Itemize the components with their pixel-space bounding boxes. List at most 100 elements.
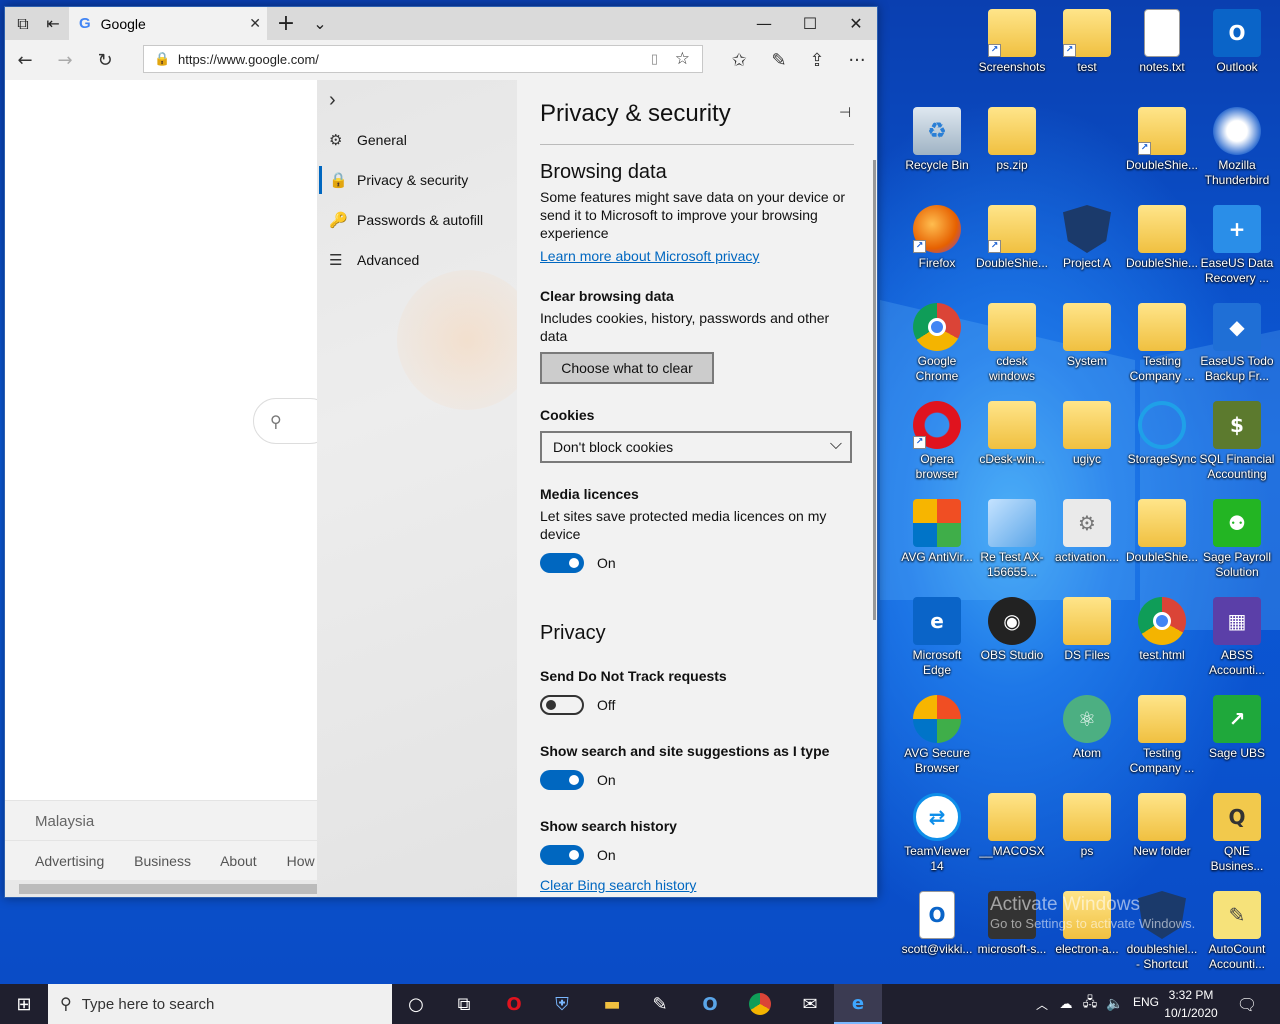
favorites-hub-icon[interactable]: ✩ <box>721 40 757 80</box>
taskbar-shield-icon[interactable]: ⛨ <box>538 984 586 1024</box>
desktop-icon-doubleshield-2[interactable]: ↗ DoubleShie... <box>974 202 1050 298</box>
desktop-icon-storagesync[interactable]: StorageSync <box>1124 398 1200 494</box>
desktop-icon-ps[interactable]: ps <box>1049 790 1125 886</box>
notifications-icon[interactable]: 🗨 <box>1224 984 1270 1024</box>
desktop-icon-ds-files[interactable]: DS Files <box>1049 594 1125 690</box>
new-tab-button[interactable]: + <box>271 7 301 40</box>
do-not-track-toggle[interactable] <box>540 695 584 715</box>
tray-cloud-icon[interactable]: ☁ <box>1054 984 1078 1024</box>
task-view-button[interactable]: ⧉ <box>440 984 488 1024</box>
desktop-icon-atom[interactable]: ⚛ Atom <box>1049 692 1125 788</box>
share-icon[interactable]: ⇪ <box>799 40 835 80</box>
taskbar-edge-icon[interactable]: e <box>834 984 882 1024</box>
settings-nav-privacy[interactable]: 🔒 Privacy & security <box>317 160 517 200</box>
settings-nav-advanced[interactable]: ☰ Advanced <box>317 240 517 280</box>
collapse-settings-button[interactable]: › <box>317 80 517 120</box>
choose-what-to-clear-button[interactable]: Choose what to clear <box>540 352 714 384</box>
pin-icon[interactable]: ⊣ <box>839 104 851 121</box>
desktop-icon-testing-company-2[interactable]: Testing Company ... <box>1124 692 1200 788</box>
desktop-icon-autocount[interactable]: ✎ AutoCount Accounti... <box>1199 888 1275 984</box>
footer-link-business[interactable]: Business <box>134 853 191 869</box>
settings-nav-general[interactable]: ⚙ General <box>317 120 517 160</box>
start-button[interactable]: ⊞ <box>0 984 48 1024</box>
desktop-icon-system[interactable]: System <box>1049 300 1125 396</box>
forward-button[interactable]: → <box>47 40 83 80</box>
taskbar-file-explorer-icon[interactable]: ▬ <box>588 984 636 1024</box>
settings-nav-passwords[interactable]: 🔑 Passwords & autofill <box>317 200 517 240</box>
volume-icon[interactable]: 🔈 <box>1102 984 1128 1024</box>
maximize-button[interactable]: ☐ <box>787 7 833 40</box>
desktop-icon-recycle-bin[interactable]: ♻ Recycle Bin <box>899 104 975 200</box>
panel-scrollbar[interactable] <box>873 160 876 620</box>
taskbar-clock[interactable]: 3:32 PM 10/1/2020 <box>1160 986 1222 1022</box>
taskbar-thunderbird-icon[interactable]: ✉ <box>786 984 834 1024</box>
desktop-icon-screenshots[interactable]: ↗ Screenshots <box>974 6 1050 102</box>
desktop-icon-macosx[interactable]: __MACOSX <box>974 790 1050 886</box>
desktop-icon-edge[interactable]: e Microsoft Edge <box>899 594 975 690</box>
taskbar-chrome-icon[interactable] <box>736 984 784 1024</box>
taskbar-paint-icon[interactable]: ✎ <box>636 984 684 1024</box>
desktop-icon-cdesk-windows[interactable]: cdesk windows <box>974 300 1050 396</box>
language-indicator[interactable]: ENG <box>1133 995 1159 1009</box>
desktop-icon-sage-payroll[interactable]: ⚉ Sage Payroll Solution <box>1199 496 1275 592</box>
desktop-icon-avg-antivirus[interactable]: AVG AntiVir... <box>899 496 975 592</box>
desktop-icon-obs[interactable]: ◉ OBS Studio <box>974 594 1050 690</box>
taskbar-search-box[interactable]: ⚲ Type here to search <box>48 984 392 1024</box>
desktop-icon-qne[interactable]: Q QNE Busines... <box>1199 790 1275 886</box>
desktop-icon-activation[interactable]: ⚙ activation.... <box>1049 496 1125 592</box>
horizontal-scrollbar[interactable] <box>5 880 317 897</box>
desktop-icon-project-a[interactable]: Project A <box>1049 202 1125 298</box>
network-icon[interactable]: 🖧 <box>1078 984 1102 1024</box>
minimize-button[interactable]: — <box>741 7 787 40</box>
reading-view-icon[interactable]: ▯ <box>651 51 658 67</box>
search-history-toggle[interactable] <box>540 845 584 865</box>
desktop-icon-doubleshield-3[interactable]: DoubleShie... <box>1124 202 1200 298</box>
close-window-button[interactable]: ✕ <box>833 7 879 40</box>
desktop-icon-easeus-data[interactable]: + EaseUS Data Recovery ... <box>1199 202 1275 298</box>
clear-bing-history-link[interactable]: Clear Bing search history <box>540 877 696 893</box>
tab-preview-chevron-icon[interactable]: ⌄ <box>305 7 335 40</box>
desktop-icon-opera[interactable]: ↗ Opera browser <box>899 398 975 494</box>
desktop-icon-cdesk-win[interactable]: cDesk-win... <box>974 398 1050 494</box>
desktop-icon-test[interactable]: ↗ test <box>1049 6 1125 102</box>
footer-link-about[interactable]: About <box>220 853 257 869</box>
pen-notes-icon[interactable]: ✎ <box>761 40 797 80</box>
privacy-learn-more-link[interactable]: Learn more about Microsoft privacy <box>540 248 759 264</box>
desktop-icon-scott-email[interactable]: Oscott@vikki... <box>899 888 975 984</box>
back-button[interactable]: ← <box>7 40 43 80</box>
desktop-icon-outlook[interactable]: O Outlook <box>1199 6 1275 102</box>
desktop-icon-new-folder[interactable]: New folder <box>1124 790 1200 886</box>
cortana-button[interactable]: ○ <box>392 984 440 1024</box>
taskbar-outlook-icon[interactable]: O <box>686 984 734 1024</box>
desktop-icon-notes[interactable]: notes.txt <box>1124 6 1200 102</box>
desktop-icon-sage-ubs[interactable]: ↗ Sage UBS <box>1199 692 1275 788</box>
desktop-icon-doubleshield-1[interactable]: ↗ DoubleShie... <box>1124 104 1200 200</box>
cookies-select[interactable]: Don't block cookies ⌵ <box>540 431 852 463</box>
address-input[interactable]: 🔒 https://www.google.com/ ▯ ☆ <box>143 45 703 73</box>
show-hidden-icons-button[interactable]: ︿ <box>1030 984 1054 1024</box>
desktop-icon-re-test[interactable]: Re Test AX-156655... <box>974 496 1050 592</box>
refresh-button[interactable]: ↻ <box>87 40 123 80</box>
desktop-icon-firefox[interactable]: ↗ Firefox <box>899 202 975 298</box>
media-licences-toggle[interactable] <box>540 553 584 573</box>
desktop-icon-ugiyc[interactable]: ugiyc <box>1049 398 1125 494</box>
footer-link-advertising[interactable]: Advertising <box>35 853 104 869</box>
desktop-icon-chrome[interactable]: Google Chrome <box>899 300 975 396</box>
scrollbar-thumb[interactable] <box>19 884 317 894</box>
desktop-icon-ps-zip[interactable]: ps.zip <box>974 104 1050 200</box>
desktop-icon-thunderbird[interactable]: Mozilla Thunderbird <box>1199 104 1275 200</box>
desktop-icon-teamviewer[interactable]: ⇄ TeamViewer 14 <box>899 790 975 886</box>
desktop-icon-doubleshield-4[interactable]: DoubleShie... <box>1124 496 1200 592</box>
desktop-icon-testing-company-1[interactable]: Testing Company ... <box>1124 300 1200 396</box>
taskbar-opera-icon[interactable]: O <box>490 984 538 1024</box>
desktop-icon-easeus-todo[interactable]: ◆ EaseUS Todo Backup Fr... <box>1199 300 1275 396</box>
close-tab-icon[interactable]: ✕ <box>249 15 261 32</box>
set-tabs-aside-icon[interactable]: ⧉ <box>9 7 37 40</box>
desktop-icon-test-html[interactable]: test.html <box>1124 594 1200 690</box>
tabs-aside-icon[interactable]: ⇤ <box>39 7 67 40</box>
desktop-icon-avg-secure-browser[interactable]: AVG Secure Browser <box>899 692 975 788</box>
footer-link-how-search-works[interactable]: How Search works <box>287 853 317 869</box>
desktop-icon-abss[interactable]: ▦ ABSS Accounti... <box>1199 594 1275 690</box>
tab-google[interactable]: G Google ✕ <box>69 7 267 40</box>
favorite-star-icon[interactable]: ☆ <box>675 49 690 69</box>
